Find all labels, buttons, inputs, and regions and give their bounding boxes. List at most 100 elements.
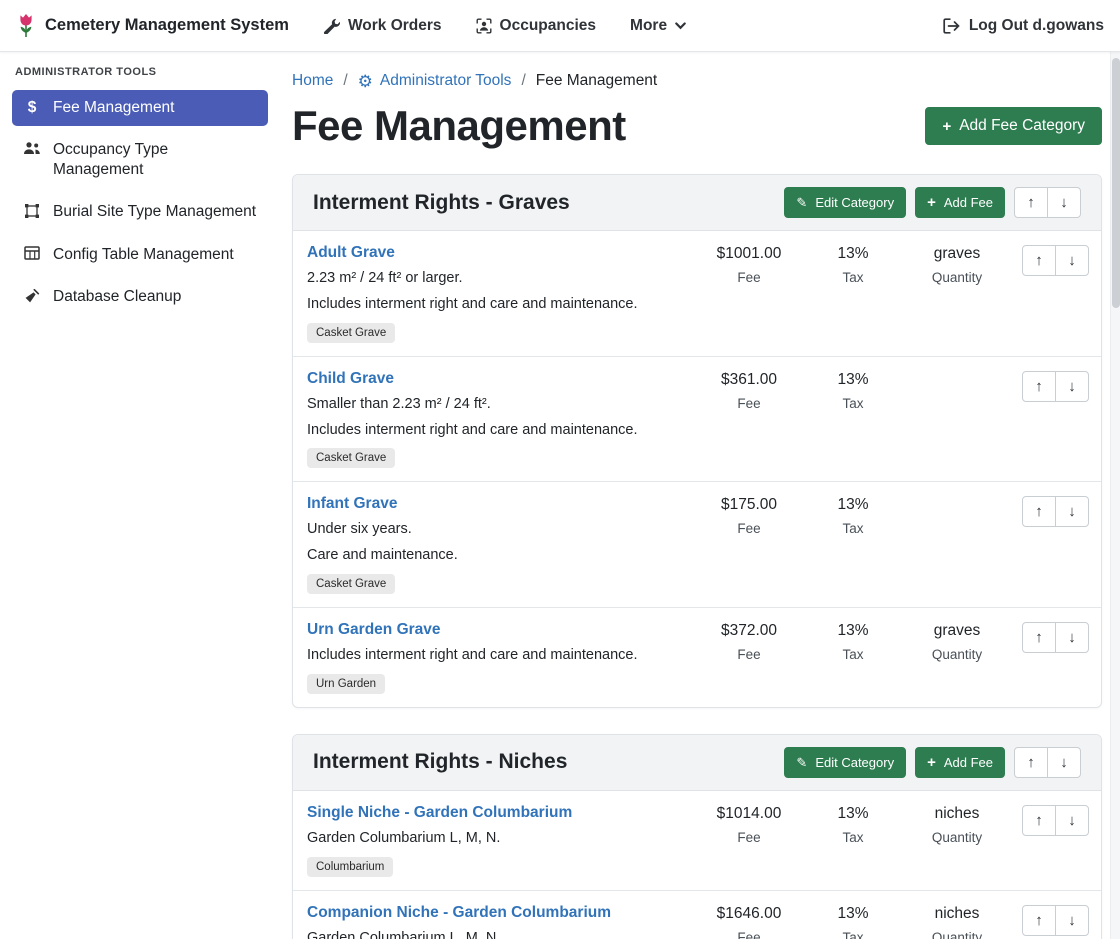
move-category-up-button[interactable]: ↑ [1014,187,1048,218]
move-fee-down-button[interactable]: ↓ [1055,905,1089,936]
scrollbar[interactable] [1110,52,1120,939]
move-category-down-button[interactable]: ↓ [1047,747,1081,778]
fee-descriptions: Garden Columbarium L, M, N. [307,929,697,939]
fee-quantity-label: Quantity [905,930,1009,939]
app-brand[interactable]: Cemetery Management System [16,12,289,39]
move-fee-up-button[interactable]: ↑ [1022,371,1056,402]
nav-work-orders[interactable]: Work Orders [323,17,442,35]
person-bounding-box-icon [476,18,492,34]
move-fee-up-button[interactable]: ↑ [1022,496,1056,527]
sidebar-heading: Administrator Tools [12,66,268,90]
fee-quantity-col [905,495,1009,503]
nav-occupancies[interactable]: Occupancies [476,17,597,35]
sidebar-item-burial-site-type-management[interactable]: Burial Site Type Management [12,194,268,230]
sidebar-item-occupancy-type-management[interactable]: Occupancy Type Management [12,132,268,188]
app-title: Cemetery Management System [45,16,289,35]
fee-name-link[interactable]: Urn Garden Grave [307,621,441,639]
fee-quantity-label: Quantity [905,647,1009,662]
move-category-down-button[interactable]: ↓ [1047,187,1081,218]
move-fee-down-button[interactable]: ↓ [1055,805,1089,836]
fee-amount-col: $175.00 Fee [697,495,801,536]
move-fee-down-button[interactable]: ↓ [1055,371,1089,402]
fee-name-link[interactable]: Child Grave [307,370,394,388]
fee-name-link[interactable]: Infant Grave [307,495,397,513]
add-fee-category-button[interactable]: + Add Fee Category [925,107,1102,145]
vector-square-icon [22,203,42,219]
chevron-down-icon [675,22,686,30]
nav-work-orders-label: Work Orders [348,17,442,35]
fee-tax-col: 13% Tax [801,370,905,411]
edit-category-button[interactable]: ✎ Edit Category [784,747,906,778]
fee-type-badge: Casket Grave [307,574,395,594]
edit-category-label: Edit Category [815,195,894,210]
fee-quantity-col: niches Quantity [905,804,1009,845]
breadcrumb-current: Fee Management [536,72,658,90]
fee-descriptions: 2.23 m² / 24 ft² or larger.Includes inte… [307,269,697,314]
fee-reorder-group: ↑ ↓ [1022,496,1089,527]
plus-icon: + [927,195,936,210]
fee-details: Infant Grave Under six years.Care and ma… [307,495,697,594]
logout-button[interactable]: Log Out d.gowans [943,17,1104,35]
fee-quantity: niches [905,805,1009,823]
fee-tax: 13% [801,622,905,640]
add-fee-button[interactable]: + Add Fee [915,747,1005,778]
tulip-logo-icon [16,12,36,39]
fee-details: Child Grave Smaller than 2.23 m² / 24 ft… [307,370,697,469]
fee-amount: $1001.00 [697,245,801,263]
sidebar-item-label: Burial Site Type Management [53,202,256,222]
plus-icon: + [942,119,951,134]
nav-more-label: More [630,17,667,35]
table-icon [22,246,42,260]
sidebar-item-database-cleanup[interactable]: Database Cleanup [12,279,268,315]
edit-category-button[interactable]: ✎ Edit Category [784,187,906,218]
fee-reorder-group: ↑ ↓ [1022,805,1089,836]
fee-amount-col: $1014.00 Fee [697,804,801,845]
sidebar-item-label: Config Table Management [53,245,234,265]
fee-tax-label: Tax [801,930,905,939]
page-header: Fee Management + Add Fee Category [292,102,1102,150]
category-body: Single Niche - Garden Columbarium Garden… [293,791,1101,939]
fee-name-link[interactable]: Single Niche - Garden Columbarium [307,804,572,822]
top-navbar: Cemetery Management System Work Orders O… [0,0,1120,52]
sidebar-item-config-table-management[interactable]: Config Table Management [12,237,268,273]
fee-name-link[interactable]: Adult Grave [307,244,395,262]
breadcrumb-home[interactable]: Home [292,72,333,90]
scrollbar-thumb[interactable] [1112,58,1120,308]
move-fee-down-button[interactable]: ↓ [1055,622,1089,653]
arrow-down-icon: ↓ [1060,194,1068,211]
category-reorder-group: ↑ ↓ [1014,747,1081,778]
move-category-up-button[interactable]: ↑ [1014,747,1048,778]
arrow-down-icon: ↓ [1068,912,1076,929]
arrow-down-icon: ↓ [1068,629,1076,646]
fee-type-badge: Urn Garden [307,674,385,694]
breadcrumb: Home / ⚙ Administrator Tools / Fee Manag… [292,72,1102,90]
move-fee-up-button[interactable]: ↑ [1022,805,1056,836]
fee-name-link[interactable]: Companion Niche - Garden Columbarium [307,904,611,922]
move-fee-down-button[interactable]: ↓ [1055,496,1089,527]
move-fee-up-button[interactable]: ↑ [1022,245,1056,276]
fee-tax-col: 13% Tax [801,804,905,845]
add-fee-label: Add Fee [944,755,993,770]
fee-description: Smaller than 2.23 m² / 24 ft². [307,395,697,414]
fee-tax-label: Tax [801,647,905,662]
logout-icon [943,18,961,34]
move-fee-up-button[interactable]: ↑ [1022,905,1056,936]
fee-quantity: graves [905,622,1009,640]
logout-label: Log Out d.gowans [969,17,1104,35]
fee-description: Care and maintenance. [307,546,697,565]
breadcrumb-separator: / [343,72,347,90]
move-fee-down-button[interactable]: ↓ [1055,245,1089,276]
plus-icon: + [927,755,936,770]
breadcrumb-admin-tools[interactable]: ⚙ Administrator Tools [358,72,512,90]
category-header: Interment Rights - Niches ✎ Edit Categor… [293,735,1101,791]
fee-quantity-col: graves Quantity [905,244,1009,285]
move-fee-up-button[interactable]: ↑ [1022,622,1056,653]
fee-descriptions: Includes interment right and care and ma… [307,646,697,665]
add-fee-button[interactable]: + Add Fee [915,187,1005,218]
sidebar: Administrator Tools $ Fee Management Occ… [0,52,280,939]
sidebar-item-fee-management[interactable]: $ Fee Management [12,90,268,126]
nav-more[interactable]: More [630,17,686,35]
fee-amount-label: Fee [697,521,801,536]
fee-quantity-label: Quantity [905,830,1009,845]
fee-description: Includes interment right and care and ma… [307,646,697,665]
